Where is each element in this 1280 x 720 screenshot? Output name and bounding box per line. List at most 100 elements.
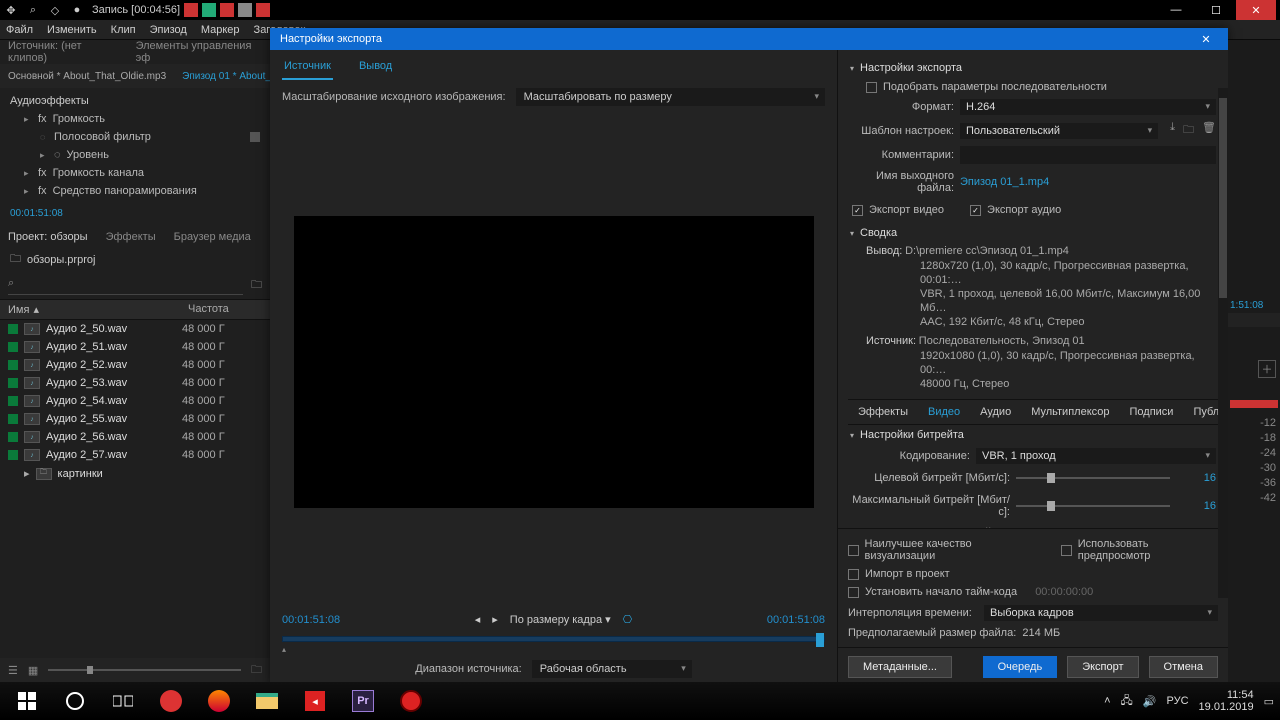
subtab-audio[interactable]: Аудио (970, 400, 1021, 424)
menu-episode[interactable]: Эпизод (150, 24, 187, 36)
tray-clock[interactable]: 11:54 19.01.2019 (1199, 689, 1254, 713)
subtab-effects[interactable]: Эффекты (848, 400, 918, 424)
fx-volume[interactable]: Громкость (53, 113, 105, 125)
dialog-close-button[interactable]: ✕ (1194, 33, 1218, 46)
prj-tab-project[interactable]: Проект: обзоры (8, 231, 88, 243)
fx-ch-volume[interactable]: Громкость канала (53, 167, 144, 179)
taskview-icon[interactable] (102, 686, 144, 716)
target-bitrate-slider[interactable] (1016, 477, 1170, 479)
fit-dropdown[interactable]: По размеру кадра ▾ (510, 613, 611, 626)
tray-notifications-icon[interactable]: ▭ (1264, 695, 1274, 708)
keyframe-box[interactable] (250, 132, 260, 142)
thumbsize-slider[interactable] (48, 669, 241, 671)
menu-edit[interactable]: Изменить (47, 24, 97, 36)
subtab-captions[interactable]: Подписи (1120, 400, 1184, 424)
chk-set-tc[interactable] (848, 587, 859, 598)
add-track-button[interactable]: ＋ (1258, 360, 1276, 378)
menu-file[interactable]: Файл (6, 24, 33, 36)
scrub-bar[interactable]: ▴ (270, 630, 837, 652)
maximize-button[interactable]: ☐ (1196, 0, 1236, 20)
opera-icon[interactable] (150, 686, 192, 716)
list-item[interactable]: ♪Аудио 2_57.wav48 000 Г (0, 446, 270, 464)
seq-tab-main[interactable]: Основной * About_That_Oldie.mp3 (8, 71, 166, 82)
save-preset-icon[interactable]: ⤓ (1170, 121, 1175, 140)
scale-dropdown[interactable]: Масштабировать по размеру (516, 88, 825, 106)
start-button[interactable] (6, 686, 48, 716)
col-freq[interactable]: Частота (188, 303, 229, 316)
list-item[interactable]: ♪Аудио 2_53.wav48 000 Г (0, 374, 270, 392)
app-red-icon[interactable]: ◂ (294, 686, 336, 716)
firefox-icon[interactable] (198, 686, 240, 716)
chk-max-quality[interactable] (848, 545, 859, 556)
list-item[interactable]: ♪Аудио 2_55.wav48 000 Г (0, 410, 270, 428)
minimize-button[interactable]: — (1156, 0, 1196, 20)
comment-input[interactable] (960, 146, 1216, 164)
crop-tool-icon[interactable]: ⎔ (623, 613, 633, 626)
project-search[interactable]: ⌕ (8, 277, 243, 295)
fx-bandpass[interactable]: Полосовой фильтр (54, 131, 151, 143)
prj-tab-media[interactable]: Браузер медиа (174, 231, 251, 243)
prj-tab-effects[interactable]: Эффекты (106, 231, 156, 243)
tray-net-icon[interactable]: 🖧 (1121, 692, 1133, 711)
queue-button[interactable]: Очередь (983, 656, 1058, 678)
recorder-icon[interactable] (390, 686, 432, 716)
metadata-button[interactable]: Метаданные... (848, 656, 952, 678)
subtab-video[interactable]: Видео (918, 400, 970, 424)
list-item[interactable]: ♪Аудио 2_52.wav48 000 Г (0, 356, 270, 374)
tab-fx-controls[interactable]: Элементы управления эф (136, 40, 262, 64)
target-bitrate-value[interactable]: 16 (1176, 472, 1216, 484)
seq-tab-episode[interactable]: Эпизод 01 * About_ (182, 71, 271, 82)
chk-use-preview[interactable] (1061, 545, 1071, 556)
tray-up-icon[interactable]: ˄ (1104, 695, 1110, 707)
encoding-dropdown[interactable]: VBR, 1 проход (976, 448, 1216, 464)
play-icon[interactable]: ▸ (492, 613, 498, 626)
bin-icon: 🗀 (10, 250, 21, 269)
dialog-titlebar[interactable]: Настройки экспорта ✕ (270, 28, 1228, 50)
interp-dropdown[interactable]: Выборка кадров (984, 605, 1218, 621)
playhead[interactable] (816, 633, 824, 647)
close-button[interactable]: ✕ (1236, 0, 1276, 20)
prev-frame-icon[interactable]: ◂ (475, 613, 481, 626)
chk-export-audio[interactable] (970, 205, 981, 216)
tray-vol-icon[interactable]: 🔊 (1143, 695, 1157, 708)
listview-icon[interactable]: ☰ (8, 664, 18, 677)
menu-marker[interactable]: Маркер (201, 24, 240, 36)
import-preset-icon[interactable]: 🗀 (1183, 121, 1194, 140)
tc-out[interactable]: 00:01:51:08 (767, 614, 825, 626)
sort-asc-icon[interactable]: ▴ (33, 303, 39, 316)
explorer-icon[interactable] (246, 686, 288, 716)
tab-output[interactable]: Вывод (357, 54, 394, 80)
fx-level[interactable]: Уровень (67, 149, 109, 161)
tc-in[interactable]: 00:01:51:08 (282, 614, 340, 626)
subtab-mux[interactable]: Мультиплексор (1021, 400, 1119, 424)
cortana-icon[interactable] (54, 686, 96, 716)
max-bitrate-slider[interactable] (1016, 505, 1170, 507)
output-filename[interactable]: Эпизод 01_1.mp4 (960, 176, 1049, 188)
list-item[interactable]: ♪Аудио 2_50.wav48 000 Г (0, 320, 270, 338)
menu-clip[interactable]: Клип (111, 24, 136, 36)
preset-dropdown[interactable]: Пользовательский (960, 123, 1158, 139)
list-item[interactable]: ♪Аудио 2_56.wav48 000 Г (0, 428, 270, 446)
premiere-icon[interactable]: Pr (342, 686, 384, 716)
chk-export-video[interactable] (852, 205, 863, 216)
col-name[interactable]: Имя (8, 304, 29, 316)
tab-source[interactable]: Источник (282, 54, 333, 80)
format-dropdown[interactable]: H.264 (960, 99, 1216, 115)
new-bin-icon[interactable]: 🗀 (251, 661, 262, 680)
export-button[interactable]: Экспорт (1067, 656, 1138, 678)
right-scrollbar[interactable] (1218, 88, 1228, 598)
max-bitrate-value[interactable]: 16 (1176, 500, 1216, 512)
fx-panner[interactable]: Средство панорамирования (53, 185, 197, 197)
iconview-icon[interactable]: ▦ (28, 664, 38, 677)
list-item[interactable]: ♪Аудио 2_51.wav48 000 Г (0, 338, 270, 356)
folder-icon[interactable]: 🗀 (251, 276, 262, 295)
list-item[interactable]: ♪Аудио 2_54.wav48 000 Г (0, 392, 270, 410)
chk-import[interactable] (848, 569, 859, 580)
tray-lang[interactable]: РУС (1167, 695, 1189, 707)
delete-preset-icon[interactable]: 🗑 (1202, 121, 1216, 140)
tab-source[interactable]: Источник: (нет клипов) (8, 40, 118, 64)
range-dropdown[interactable]: Рабочая область (532, 660, 692, 678)
list-item-folder[interactable]: ▸🗀картинки (0, 464, 270, 483)
cancel-button[interactable]: Отмена (1149, 656, 1218, 678)
chk-match[interactable] (866, 82, 877, 93)
